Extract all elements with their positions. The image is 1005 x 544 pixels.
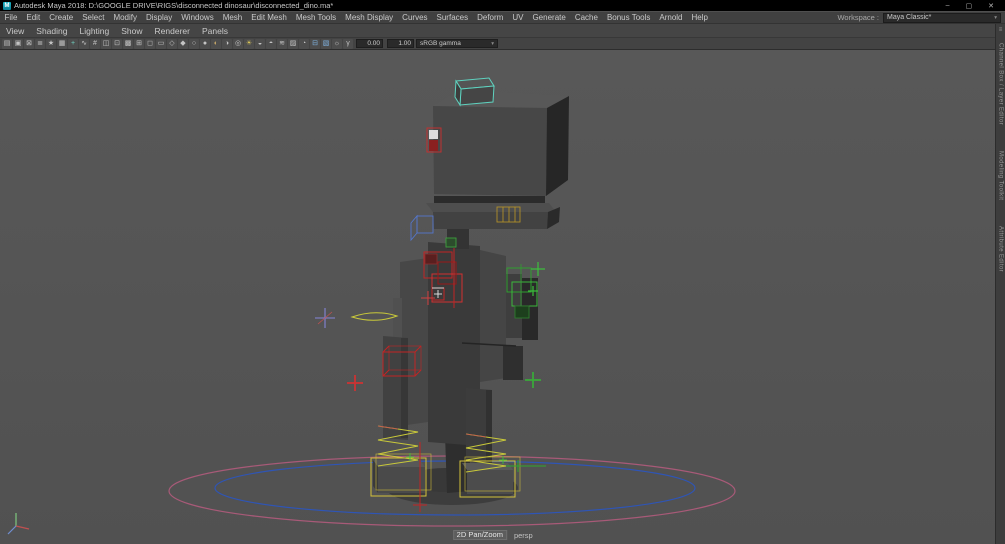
menu-item[interactable]: Display <box>142 12 177 24</box>
depth-of-field-icon[interactable]: ◔ <box>299 38 309 49</box>
menu-item[interactable]: Windows <box>177 12 218 24</box>
menu-item[interactable]: Help <box>687 12 712 24</box>
multisample-icon[interactable]: ▨ <box>288 38 298 49</box>
panel-toolbar: ▤ ▣ ⊠ ≣ ★ ▦ + ∿ # ◫ ⊡ ▩ ⊞ ◻ ▭ ◇ ◆ ○ ● ◐ ◑ ◎ ☀ ◒ ◓ ≋ ▨ ◔ ⊟ ▧ ☼ γ 0.00 1.… <box>0 38 995 50</box>
resolution-gate-icon[interactable]: ⊡ <box>112 38 122 49</box>
menu-item[interactable]: Curves <box>398 12 432 24</box>
panel-menu-item[interactable]: Show <box>115 24 148 38</box>
camera-attributes-icon[interactable]: ≣ <box>35 38 45 49</box>
bookmark-icon[interactable]: ★ <box>46 38 56 49</box>
gate-mask-icon[interactable]: ▩ <box>123 38 133 49</box>
panel-menu-item[interactable]: Shading <box>30 24 73 38</box>
lock-camera-icon[interactable]: ⊠ <box>24 38 34 49</box>
panel-layout-icon[interactable]: ▤ <box>2 38 12 49</box>
menu-item[interactable]: Mesh Display <box>341 12 398 24</box>
panel-tab[interactable]: Attribute Editor <box>998 226 1004 272</box>
panel-menu-item[interactable]: Renderer <box>149 24 196 38</box>
menu-item[interactable]: Mesh Tools <box>291 12 340 24</box>
menu-item[interactable]: Surfaces <box>432 12 473 24</box>
view-transform-dropdown[interactable]: sRGB gamma ▾ <box>416 39 498 48</box>
view-transform-value: sRGB gamma <box>420 40 461 47</box>
xray-icon[interactable]: ▧ <box>321 38 331 49</box>
default-material-icon[interactable]: ◑ <box>222 38 232 49</box>
minimize-button[interactable]: – <box>946 2 950 10</box>
panel-menu-item[interactable]: Lighting <box>73 24 115 38</box>
gamma-toggle-icon[interactable]: γ <box>343 38 353 49</box>
film-gate-icon[interactable]: ◫ <box>101 38 111 49</box>
lights-icon[interactable]: ☀ <box>244 38 254 49</box>
maximize-button[interactable]: ▢ <box>966 2 973 10</box>
menu-item[interactable]: File <box>0 12 22 24</box>
panel-toolbar-icons: ▤ ▣ ⊠ ≣ ★ ▦ + ∿ # ◫ ⊡ ▩ ⊞ ◻ ▭ ◇ ◆ ○ ● ◐ ◑ ◎ ☀ ◒ ◓ ≋ ▨ ◔ ⊟ ▧ ☼ γ <box>2 38 354 49</box>
ssao-icon[interactable]: ◓ <box>266 38 276 49</box>
menu-item[interactable]: Generate <box>528 12 570 24</box>
smooth-shade-icon[interactable]: ● <box>200 38 210 49</box>
grid-icon[interactable]: # <box>90 38 100 49</box>
frame-all-icon[interactable]: ◇ <box>167 38 177 49</box>
close-button[interactable]: ✕ <box>988 2 994 10</box>
main-menu-bar: File Edit Create Select Modify Display Windows… <box>0 11 1005 24</box>
panel-menu-item[interactable]: View <box>0 24 30 38</box>
motion-blur-icon[interactable]: ≋ <box>277 38 287 49</box>
dock-handle-icon[interactable]: ≡ <box>999 27 1003 33</box>
frame-selection-icon[interactable]: ◆ <box>178 38 188 49</box>
right-panel-tabs: Channel Box / Layer Editor Modeling Toolk… <box>998 43 1004 273</box>
view-axis-icon <box>7 513 30 535</box>
menu-item[interactable]: UV <box>508 12 528 24</box>
isolate-select-icon[interactable]: ⊟ <box>310 38 320 49</box>
menu-item[interactable]: Cache <box>570 12 602 24</box>
viewport-column: View Shading Lighting Show Renderer Panels ▤ ▣… <box>0 24 995 544</box>
grease-pencil-icon[interactable]: ∿ <box>79 38 89 49</box>
workspace-value: Maya Classic* <box>887 14 932 21</box>
maya-window: M Autodesk Maya 2018: D:\GOOGLE DRIVE\RI… <box>0 0 1005 544</box>
pan-zoom-hud-button[interactable]: 2D Pan/Zoom <box>452 530 507 540</box>
maya-app-icon: M <box>3 1 11 10</box>
exposure-field[interactable]: 0.00 <box>356 39 383 48</box>
main-menu-items: File Edit Create Select Modify Display Windows… <box>0 12 712 23</box>
safe-action-icon[interactable]: ◻ <box>145 38 155 49</box>
panel-tab[interactable]: Modeling Toolkit <box>998 151 1004 200</box>
menu-item[interactable]: Select <box>78 12 109 24</box>
gamma-field[interactable]: 1.00 <box>387 39 414 48</box>
menu-item[interactable]: Edit Mesh <box>247 12 292 24</box>
panel-tab[interactable]: Channel Box / Layer Editor <box>998 43 1004 125</box>
image-plane-icon[interactable]: ▦ <box>57 38 67 49</box>
workspace-dropdown[interactable]: Maya Classic* ▾ <box>883 12 1001 23</box>
menu-item[interactable]: Arnold <box>655 12 687 24</box>
menu-item[interactable]: Edit <box>22 12 45 24</box>
title-bar: M Autodesk Maya 2018: D:\GOOGLE DRIVE\RI… <box>0 0 1005 11</box>
camera-name-hud: persp <box>513 530 533 540</box>
chevron-down-icon: ▾ <box>491 40 494 47</box>
shadows-icon[interactable]: ◒ <box>255 38 265 49</box>
right-panel-tab-strip: ≡ Channel Box / Layer Editor Modeling Too… <box>995 24 1005 544</box>
window-title: Autodesk Maya 2018: D:\GOOGLE DRIVE\RIGS… <box>14 1 334 10</box>
workspace-selector: Workspace : Maya Classic* ▾ <box>837 12 1005 23</box>
panel-menu-item[interactable]: Panels <box>196 24 234 38</box>
menu-item[interactable]: Bonus Tools <box>602 12 654 24</box>
exposure-toggle-icon[interactable]: ☼ <box>332 38 342 49</box>
safe-title-icon[interactable]: ▭ <box>156 38 166 49</box>
menu-item[interactable]: Deform <box>473 12 508 24</box>
wireframe-icon[interactable]: ○ <box>189 38 199 49</box>
field-chart-icon[interactable]: ⊞ <box>134 38 144 49</box>
menu-item[interactable]: Modify <box>109 12 142 24</box>
pan-zoom-icon[interactable]: + <box>68 38 78 49</box>
dinosaur-model <box>373 90 569 494</box>
panel-menu-bar: View Shading Lighting Show Renderer Panels <box>0 24 995 38</box>
viewport-hud: 2D Pan/Zoom persp <box>452 530 533 540</box>
wireframe-on-shaded-icon[interactable]: ◎ <box>233 38 243 49</box>
workspace-label: Workspace : <box>837 13 879 22</box>
window-controls: – ▢ ✕ <box>946 2 1002 10</box>
viewport-canvas <box>7 77 736 535</box>
viewport[interactable]: 2D Pan/Zoom persp <box>0 50 995 544</box>
textured-icon[interactable]: ◐ <box>211 38 221 49</box>
select-camera-icon[interactable]: ▣ <box>13 38 23 49</box>
content-row: View Shading Lighting Show Renderer Panels ▤ ▣… <box>0 24 1005 544</box>
menu-item[interactable]: Mesh <box>218 12 247 24</box>
chevron-down-icon: ▾ <box>994 14 997 21</box>
menu-item[interactable]: Create <box>45 12 78 24</box>
